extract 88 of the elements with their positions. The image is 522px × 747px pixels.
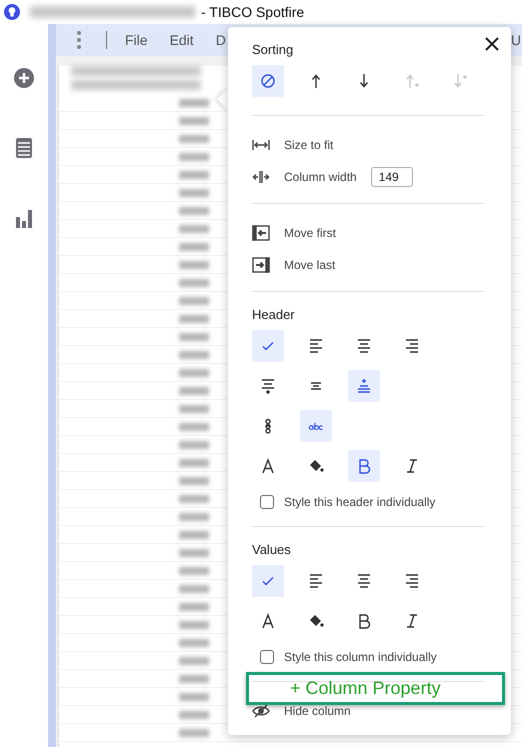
- menu-action[interactable]: Hide column: [284, 704, 351, 718]
- checkbox-label: Style this header individually: [284, 495, 436, 509]
- blurred-cell: [179, 692, 209, 700]
- checkbox-label: Style this column individually: [284, 650, 437, 664]
- blurred-cell: [179, 314, 209, 322]
- hidden-eye-icon: [252, 703, 270, 719]
- blurred-cell: [179, 440, 209, 448]
- blurred-cell: [179, 404, 209, 412]
- size-to-fit-icon: [252, 137, 270, 153]
- align-center-icon: [356, 573, 372, 589]
- blurred-cell: [179, 170, 209, 178]
- blurred-cell: [179, 116, 209, 124]
- width-input[interactable]: 149: [370, 167, 413, 187]
- menu-action[interactable]: Move first: [284, 226, 336, 240]
- menu-item[interactable]: U: [510, 32, 521, 48]
- checkbox[interactable]: [260, 650, 274, 664]
- italic-icon: [404, 613, 420, 629]
- window-title: - TIBCO Spotfire: [201, 4, 304, 20]
- blurred-cell: [179, 242, 209, 250]
- annotation-callout: + Column Property: [246, 672, 505, 705]
- paint-bucket-icon: [308, 458, 324, 474]
- align-bottom-button[interactable]: [348, 370, 380, 402]
- arrow-down-plus-icon: [452, 73, 468, 89]
- blurred-cell: [179, 368, 209, 376]
- blurred-cell: [179, 224, 209, 232]
- paint-bucket-icon: [308, 613, 324, 629]
- section-heading: Values: [252, 542, 292, 557]
- blurred-cell: [179, 674, 209, 682]
- blurred-cell: [179, 530, 209, 538]
- blurred-cell: [179, 566, 209, 574]
- align-right-icon: [404, 573, 420, 589]
- align-left-icon: [308, 573, 324, 589]
- checkbox[interactable]: [260, 495, 274, 509]
- blurred-cell: [179, 350, 209, 358]
- arrow-up-plus-icon: [404, 73, 420, 89]
- italic-icon: [404, 458, 420, 474]
- blurred-cell: [179, 710, 209, 718]
- add-icon[interactable]: [13, 67, 35, 89]
- table-icon[interactable]: [13, 137, 35, 159]
- no-sort-button[interactable]: [252, 65, 284, 97]
- blurred-cell: [179, 476, 209, 484]
- bar-chart-icon[interactable]: [13, 207, 35, 229]
- blurred-cell: [179, 278, 209, 286]
- blurred-cell: [179, 602, 209, 610]
- align-right-icon: [404, 338, 420, 354]
- blurred-cell: [179, 188, 209, 196]
- menu-action[interactable]: Column width: [284, 170, 357, 184]
- horizontal-text-button[interactable]: [300, 410, 332, 442]
- blurred-cell: [179, 422, 209, 430]
- menu-item[interactable]: Edit: [170, 32, 194, 48]
- align-top-icon: [260, 378, 276, 394]
- blurred-cell: [179, 386, 209, 394]
- blurred-cell: [179, 296, 209, 304]
- letter-a-icon: [260, 613, 276, 629]
- align-center-icon: [356, 338, 372, 354]
- blurred-cell: [179, 656, 209, 664]
- blurred-cell: [179, 638, 209, 646]
- menu-item[interactable]: D: [216, 32, 226, 48]
- letter-a-icon: [260, 458, 276, 474]
- blurred-cell: [179, 512, 209, 520]
- blurred-cell: [179, 134, 209, 142]
- blurred-cell: [179, 548, 209, 556]
- column-width-icon: [252, 169, 270, 185]
- blurred-cell: [179, 458, 209, 466]
- menu-action[interactable]: Size to fit: [284, 138, 334, 152]
- lightbulb-logo-icon: [4, 4, 20, 20]
- blurred-cell: [179, 98, 209, 106]
- align-left-icon: [308, 338, 324, 354]
- blurred-cell: [179, 206, 209, 214]
- section-heading: Header: [252, 307, 296, 322]
- blurred-cell: [179, 728, 209, 736]
- blurred-cell: [179, 584, 209, 592]
- no-sort-icon: [260, 73, 276, 89]
- check-button[interactable]: [252, 565, 284, 597]
- blurred-cell: [179, 494, 209, 502]
- section-heading: Sorting: [252, 42, 294, 57]
- align-bottom-icon: [356, 378, 372, 394]
- more-icon[interactable]: [76, 30, 82, 50]
- check-button[interactable]: [252, 330, 284, 362]
- move-last-icon: [252, 257, 270, 273]
- menu-action[interactable]: Move last: [284, 258, 336, 272]
- blurred-cell: [179, 260, 209, 268]
- move-first-icon: [252, 225, 270, 241]
- blurred-cell: [179, 332, 209, 340]
- menu-item[interactable]: File: [125, 32, 148, 48]
- blurred-cell: [179, 620, 209, 628]
- close-button[interactable]: [483, 35, 501, 53]
- blurred-cell: [179, 152, 209, 160]
